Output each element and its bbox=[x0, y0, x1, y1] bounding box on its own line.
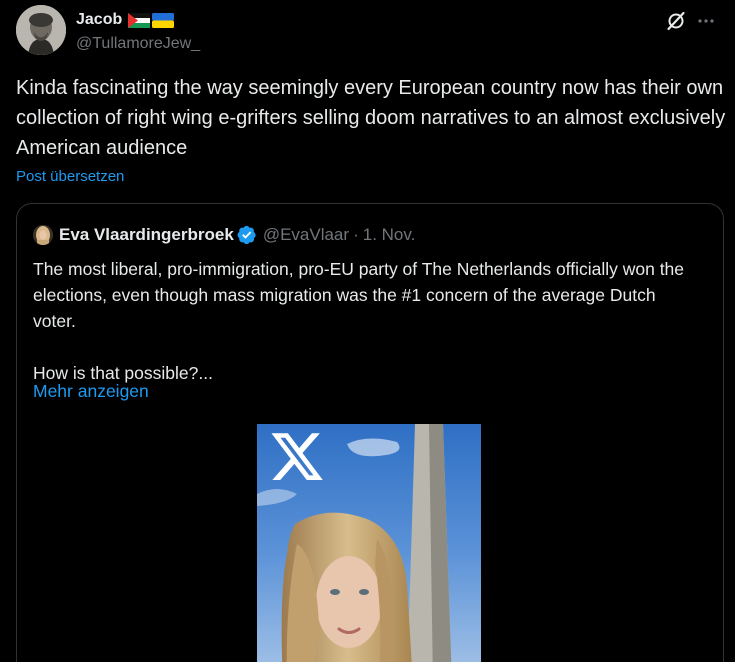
author-info: Jacob @TullamoreJew_ bbox=[76, 10, 200, 53]
quoted-post-text: The most liberal, pro-immigration, pro-E… bbox=[33, 259, 685, 383]
quoted-post-header: Eva Vlaardingerbroek @EvaVlaar · 1. Nov. bbox=[33, 223, 415, 247]
translate-post-link[interactable]: Post übersetzen bbox=[16, 168, 124, 185]
more-icon[interactable] bbox=[693, 8, 719, 34]
quoted-author-handle[interactable]: @EvaVlaar bbox=[263, 225, 349, 245]
video-thumbnail[interactable] bbox=[257, 424, 481, 662]
author-display-name[interactable]: Jacob bbox=[76, 11, 122, 29]
ukraine-flag-icon bbox=[152, 12, 175, 28]
quoted-author-avatar[interactable] bbox=[33, 225, 53, 245]
x-logo-icon bbox=[271, 433, 323, 481]
post-text: Kinda fascinating the way seemingly ever… bbox=[16, 77, 726, 159]
quoted-post[interactable]: Eva Vlaardingerbroek @EvaVlaar · 1. Nov.… bbox=[16, 203, 724, 662]
quoted-post-date[interactable]: 1. Nov. bbox=[363, 225, 416, 245]
show-more-link[interactable]: Mehr anzeigen bbox=[33, 381, 149, 402]
palestine-flag-icon bbox=[128, 12, 151, 28]
author-avatar[interactable] bbox=[16, 5, 66, 55]
separator-dot: · bbox=[353, 225, 359, 244]
post: Jacob @TullamoreJew_ Kinda fascinating t… bbox=[0, 0, 735, 662]
verified-badge-icon bbox=[237, 225, 256, 245]
grok-icon[interactable] bbox=[663, 8, 689, 34]
author-handle[interactable]: @TullamoreJew_ bbox=[76, 35, 200, 53]
post-header: Jacob @TullamoreJew_ bbox=[16, 5, 719, 57]
quoted-author-name[interactable]: Eva Vlaardingerbroek bbox=[59, 225, 234, 245]
